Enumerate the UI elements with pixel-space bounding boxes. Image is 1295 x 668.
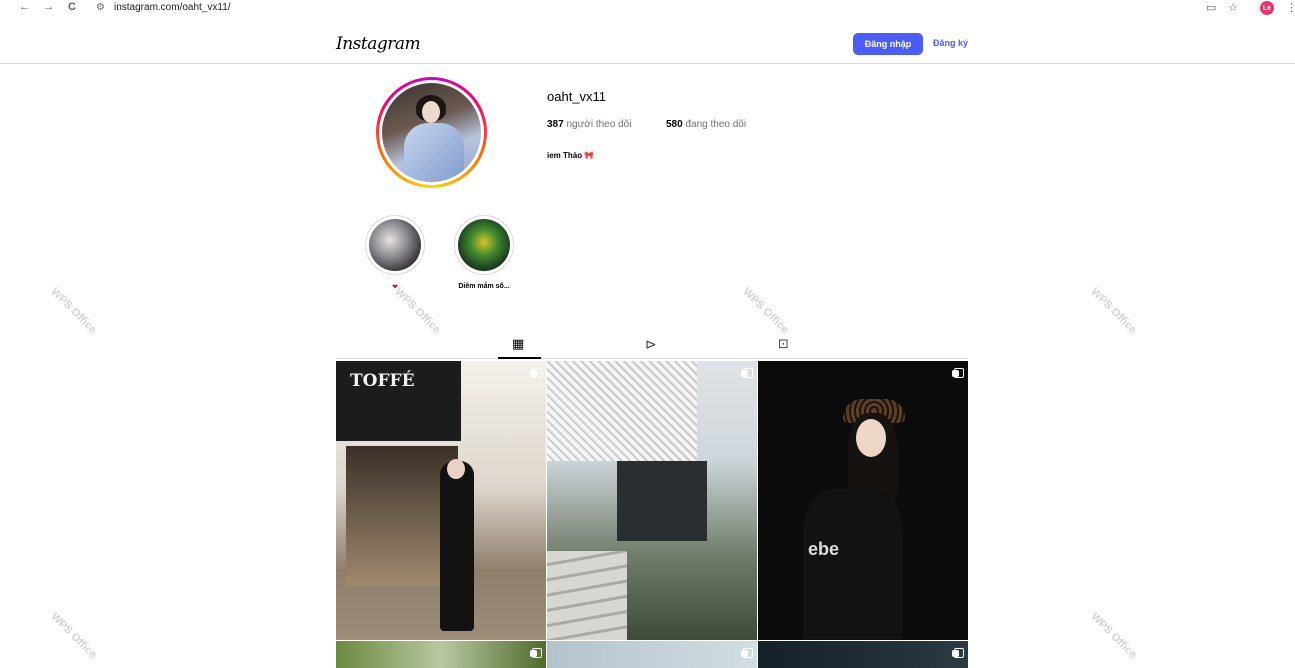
wps-watermark: WPS Office — [48, 610, 99, 662]
browser-profile-avatar[interactable]: Le — [1260, 1, 1274, 15]
signup-link[interactable]: Đăng ký — [933, 38, 968, 48]
post-2[interactable] — [547, 361, 757, 640]
post-1-sign: TOFFÉ — [350, 371, 415, 391]
forward-icon[interactable]: → — [43, 1, 54, 13]
following-count: 580 — [666, 119, 683, 130]
wps-watermark: WPS Office — [1088, 285, 1139, 337]
profile-username: oaht_vx11 — [547, 89, 607, 104]
wps-watermark: WPS Office — [740, 285, 791, 337]
carousel-icon — [741, 648, 753, 658]
carousel-icon — [530, 368, 542, 378]
browser-menu-icon[interactable]: ⋮ — [1286, 1, 1295, 14]
browser-toolbar: ← → C ⚙ instagram.com/oaht_vx11/ ▭ ☆ Le … — [0, 0, 1295, 16]
wps-watermark: WPS Office — [1088, 610, 1139, 662]
post-3-shirt-text: ebe — [808, 539, 840, 559]
post-5[interactable] — [547, 641, 757, 668]
story-highlight-2-label: Diêm mắm số... — [458, 283, 510, 290]
profile-avatar — [382, 83, 481, 182]
post-3[interactable]: ebe — [758, 361, 968, 640]
address-bar[interactable]: instagram.com/oaht_vx11/ — [114, 2, 231, 13]
back-icon[interactable]: ← — [19, 1, 30, 13]
followers-label: người theo dõi — [566, 119, 632, 130]
grid-icon[interactable]: ▦ — [512, 336, 524, 352]
instagram-logo[interactable]: Instagram — [336, 34, 421, 54]
bookmark-star-icon[interactable]: ☆ — [1228, 1, 1238, 14]
tab-divider — [336, 358, 968, 359]
followers-stat[interactable]: 387 người theo dõi — [547, 119, 631, 130]
reload-icon[interactable]: C — [68, 1, 76, 13]
reels-icon[interactable]: ⊳ — [645, 336, 657, 353]
site-settings-icon[interactable]: ⚙ — [96, 2, 105, 13]
carousel-icon — [952, 368, 964, 378]
story-highlight-1-label: ❤ — [392, 284, 398, 291]
wps-watermark: WPS Office — [392, 285, 443, 337]
following-label: đang theo dõi — [685, 119, 747, 130]
following-stat[interactable]: 580 đang theo dõi — [666, 119, 746, 130]
story-highlight-2[interactable] — [454, 215, 514, 275]
post-6[interactable] — [758, 641, 968, 668]
instagram-header: Instagram Đăng nhập Đăng ký — [0, 22, 1295, 64]
login-button[interactable]: Đăng nhập — [853, 33, 923, 55]
carousel-icon — [741, 368, 753, 378]
tagged-icon[interactable]: ⊡ — [778, 336, 789, 352]
carousel-icon — [530, 648, 542, 658]
carousel-icon — [952, 648, 964, 658]
wps-watermark: WPS Office — [48, 285, 99, 337]
tab-active-indicator — [498, 357, 541, 359]
profile-avatar-ring[interactable] — [376, 77, 487, 188]
cast-icon[interactable]: ▭ — [1206, 1, 1216, 14]
post-4[interactable] — [336, 641, 546, 668]
followers-count: 387 — [547, 119, 564, 130]
profile-bio: iem Thảo 🎀 — [547, 151, 595, 160]
post-1[interactable]: TOFFÉ — [336, 361, 546, 640]
story-highlight-1[interactable] — [365, 215, 425, 275]
